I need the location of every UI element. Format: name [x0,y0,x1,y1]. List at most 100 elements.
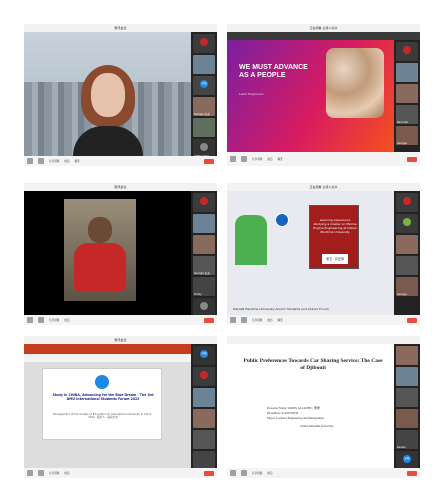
participant-rail[interactable]: 王路 Georgia 正道 刘锦钊 2024 [191,32,217,158]
share-screen-label[interactable]: 共享屏幕 [49,159,59,163]
mute-button[interactable] [230,470,236,476]
participant-tile[interactable] [396,388,418,407]
participant-tile[interactable] [193,430,215,449]
participant-tile[interactable] [396,235,418,254]
video-button[interactable] [241,317,247,323]
participant-tile[interactable] [396,256,418,275]
participant-rail[interactable]: Georgia 正道 Trinity [191,191,217,317]
participant-tile[interactable] [396,367,418,386]
participant-rail[interactable]: Georgia [394,191,420,315]
participant-tile[interactable]: Georgia [396,277,418,296]
participant-tile[interactable] [396,214,418,233]
slide-details: Presenter Name: WADIS ALI ADEN / 李想 ID n… [267,406,367,429]
title-card: Learning experience studying a master on… [309,205,359,269]
slide-title: WE MUST ADVANCE AS A PEOPLE [239,64,308,79]
members-label[interactable]: 成员 [267,471,272,475]
avatar: 王路 [200,80,208,88]
slide-subtitle: Lazar Prepmovic [239,92,264,96]
participant-tile[interactable] [193,118,215,137]
participant-tile[interactable] [193,214,215,233]
participant-tile[interactable] [396,42,418,61]
meeting-toolbar: 共享屏幕 成员 聊天 [24,156,217,166]
members-label[interactable]: 成员 [64,318,69,322]
meeting-screenshot-2: 正在观看 主持人共享 WE MUST ADVANCE AS A PEOPLE L… [227,24,420,166]
meeting-toolbar: 共享屏幕 成员 聊天 [227,315,420,325]
meeting-screenshot-5: 腾讯会议 Study in CHINA, Advancing for the B… [24,336,217,478]
participant-tile[interactable] [193,367,215,386]
participant-tile[interactable]: 王路 [193,346,215,365]
participant-tile[interactable]: Georgia [396,126,418,145]
members-label[interactable]: 成员 [267,157,272,161]
participant-tile[interactable] [193,193,215,212]
share-screen-label[interactable]: 共享屏幕 [252,318,262,322]
participant-tile[interactable] [193,34,215,53]
meeting-screenshot-3: 腾讯会议 Georgia 正道 Trinity 共享屏幕 成员 [24,183,217,325]
avatar [200,371,208,379]
mute-button[interactable] [27,158,33,164]
video-button[interactable] [38,158,44,164]
participant-rail[interactable]: Recorder Georgia [394,40,420,152]
mute-button[interactable] [230,317,236,323]
members-label[interactable]: 成员 [64,471,69,475]
participant-tile[interactable] [193,388,215,407]
participant-tile[interactable] [396,193,418,212]
end-meeting-button[interactable] [204,158,214,164]
chat-label[interactable]: 聊天 [278,157,283,161]
avatar [200,38,208,46]
video-button[interactable] [38,317,44,323]
participant-tile[interactable]: Recorder [396,105,418,124]
slide-subtitle: Management of the Quality of Education f… [53,413,153,420]
video-button[interactable] [241,470,247,476]
avatar [200,302,208,310]
window-title: 正在观看 主持人共享 [227,24,420,32]
slide-caption: DALIAN Maritime University Alumni Studen… [233,307,329,311]
participant-tile[interactable] [396,346,418,365]
members-label[interactable]: 成员 [64,159,69,163]
video-button[interactable] [241,156,247,162]
participant-tile[interactable]: Trinity [193,277,215,296]
share-screen-label[interactable]: 共享屏幕 [49,471,59,475]
shared-slide: WE MUST ADVANCE AS A PEOPLE Lazar Prepmo… [227,40,394,152]
end-meeting-button[interactable] [407,317,417,323]
participant-tile[interactable] [193,55,215,74]
end-meeting-button[interactable] [407,156,417,162]
participant-tile[interactable]: Georgia 正道 [193,97,215,116]
powerpoint-toolbar [24,354,191,362]
participant-tile[interactable]: Kanala [396,430,418,449]
chat-label[interactable]: 聊天 [278,318,283,322]
slide-title: Study in CHINA, Advancing for the Blue D… [52,393,154,401]
meeting-screenshot-6: Public Preferences Towards Car Sharing S… [227,336,420,478]
mute-button[interactable] [27,317,33,323]
participant-tile[interactable]: Georgia 正道 [193,256,215,275]
end-meeting-button[interactable] [204,470,214,476]
participant-tile[interactable] [193,235,215,254]
end-meeting-button[interactable] [204,317,214,323]
participant-tile[interactable] [193,409,215,428]
shared-powerpoint: Study in CHINA, Advancing for the Blue D… [24,344,191,468]
meeting-toolbar: 共享屏幕 成员 聊天 [227,152,420,166]
meeting-screenshot-1: 腾讯会议 王路 Georgia 正道 刘锦钊 2024 共享屏幕 成员 聊天 [24,24,217,166]
members-label[interactable]: 成员 [267,318,272,322]
window-title: 正在观看 主持人共享 [227,183,420,191]
participant-tile[interactable] [396,409,418,428]
participant-rail[interactable]: 王路 [191,344,217,470]
window-title: 腾讯会议 [24,183,217,191]
participant-rail[interactable]: Kanala 王路 [394,344,420,470]
chat-label[interactable]: 聊天 [75,159,80,163]
mute-button[interactable] [27,470,33,476]
share-screen-label[interactable]: 共享屏幕 [252,471,262,475]
speaker-video [64,199,136,301]
meeting-toolbar: 共享屏幕 成员 [24,468,217,478]
participant-tile[interactable] [396,84,418,103]
video-button[interactable] [38,470,44,476]
participant-tile[interactable]: 王路 [193,76,215,95]
participant-tile[interactable] [396,63,418,82]
end-meeting-button[interactable] [407,470,417,476]
window-title [227,336,420,344]
major: Major: Logistics Engineering and Managem… [267,416,324,420]
slide-title: Public Preferences Towards Car Sharing S… [243,358,383,371]
mute-button[interactable] [230,156,236,162]
share-screen-label[interactable]: 共享屏幕 [252,157,262,161]
card-text: Learning experience studying a master on… [313,218,357,234]
share-screen-label[interactable]: 共享屏幕 [49,318,59,322]
